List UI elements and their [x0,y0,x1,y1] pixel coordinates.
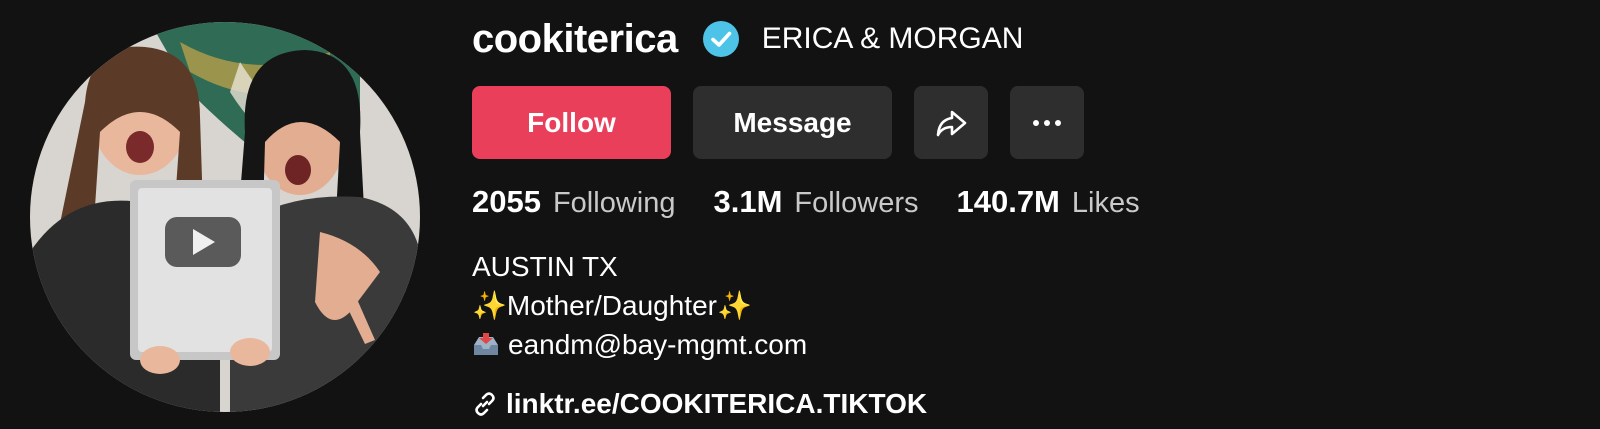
profile-stats: 2055 Following 3.1M Followers 140.7M Lik… [472,184,1178,220]
verified-badge-icon [702,21,739,57]
stat-value: 140.7M [956,184,1060,219]
stat-value: 2055 [472,184,541,219]
avatar-photo [30,22,420,412]
stat-label: Likes [1071,187,1140,219]
share-arrow-icon [936,110,967,136]
bio-contact: eandm@bay-mgmt.com [472,325,807,364]
stat-following[interactable]: 2055 Following [472,184,675,220]
profile-bio: AUSTIN TX ✨Mother/Daughter✨ eandm@bay-mg… [472,247,807,364]
profile-link[interactable]: linktr.ee/COOKITERICA.TIKTOK [472,388,927,420]
profile-avatar[interactable] [30,22,420,412]
inbox-tray-icon [474,333,498,355]
profile-title-row: cookiterica ERICA & MORGAN [472,14,1023,64]
bio-location: AUSTIN TX [472,251,618,282]
bio-tagline: ✨Mother/Daughter✨ [472,290,752,321]
link-text: linktr.ee/COOKITERICA.TIKTOK [506,388,928,419]
share-button[interactable] [914,86,988,159]
stat-likes: 140.7M Likes [956,184,1139,220]
link-icon [475,392,495,416]
bio-email: eandm@bay-mgmt.com [508,329,808,360]
message-button[interactable]: Message [693,86,892,159]
stat-value: 3.1M [713,184,783,219]
profile-actions: Follow Message [472,86,1084,159]
profile-info: cookiterica ERICA & MORGAN Follow Messag… [472,0,1600,429]
stat-label: Followers [794,187,919,219]
display-name: ERICA & MORGAN [761,22,1024,55]
more-options-button[interactable] [1010,86,1084,159]
more-dots-icon [1033,119,1061,126]
stat-label: Following [552,187,676,219]
username: cookiterica [472,16,678,61]
follow-button[interactable]: Follow [472,86,671,159]
stat-followers[interactable]: 3.1M Followers [713,184,918,220]
